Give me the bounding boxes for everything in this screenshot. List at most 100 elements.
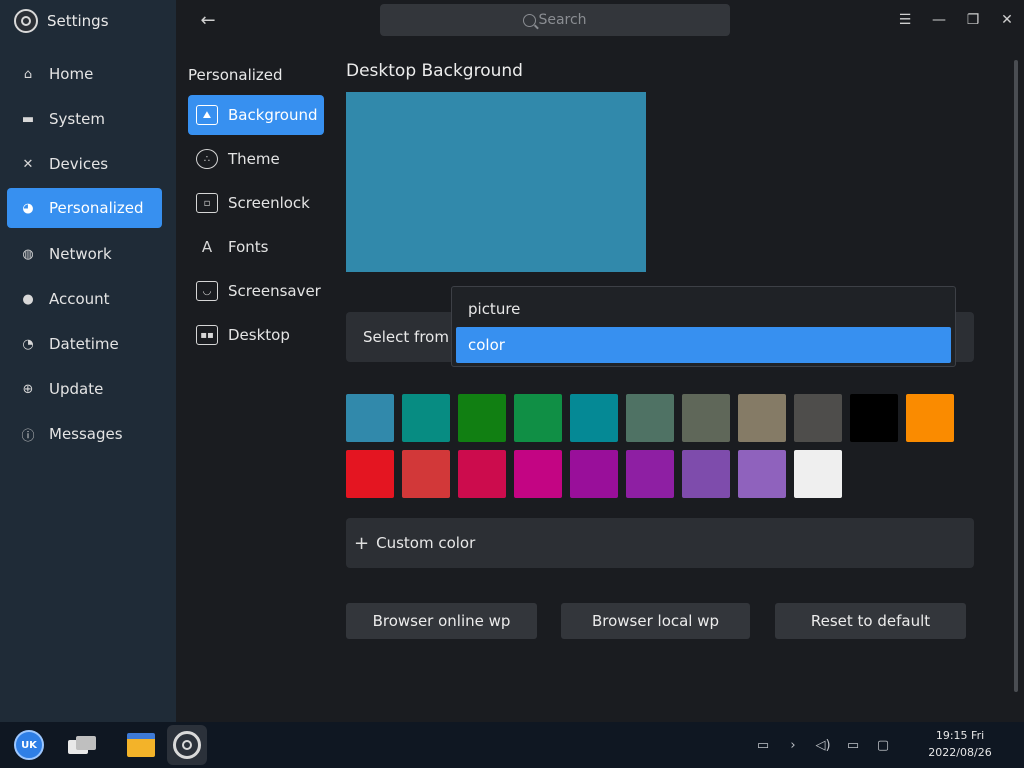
dropdown-option-color[interactable]: color [456, 327, 951, 363]
user-icon: ● [22, 291, 34, 307]
button-label: Browser local wp [591, 612, 720, 630]
dropdown-option-label: picture [468, 300, 521, 318]
sidebar-item-datetime[interactable]: ◔ Datetime [7, 324, 162, 364]
search-icon [523, 13, 537, 27]
sidebar-item-personalized[interactable]: ◕ Personalized [7, 188, 162, 228]
settings-task-button[interactable] [167, 725, 207, 765]
subnav-item-label: Screensaver [228, 282, 321, 300]
sidebar-item-label: Account [49, 290, 110, 308]
file-manager-button[interactable] [121, 725, 161, 765]
multitask-view-button[interactable] [62, 725, 102, 765]
scrollbar[interactable] [1014, 60, 1018, 692]
reset-to-default-button[interactable]: Reset to default [775, 603, 966, 639]
color-swatch[interactable] [346, 450, 394, 498]
plus-icon: + [354, 532, 370, 554]
color-swatch[interactable] [514, 394, 562, 442]
search-placeholder: Search [538, 12, 587, 28]
sidebar-item-messages[interactable]: ⓘ Messages [7, 414, 162, 454]
subnav-item-label: Desktop [228, 326, 290, 344]
clock-date: 2022/08/26 [928, 746, 992, 759]
color-swatch[interactable] [514, 450, 562, 498]
sidebar-item-label: Personalized [49, 199, 144, 217]
minimize-icon[interactable]: — [922, 6, 956, 34]
desktop-icon: ▪▪ [196, 325, 218, 345]
screenlock-icon: ▫ [196, 193, 218, 213]
window-controls: ☰ — ❐ ✕ [888, 6, 1024, 34]
tools-icon: ✕ [22, 156, 34, 172]
color-swatch[interactable] [794, 394, 842, 442]
background-preview [346, 92, 646, 272]
subnav-item-label: Theme [228, 150, 280, 168]
subnav-item-label: Screenlock [228, 194, 310, 212]
palette-icon: ∴ [196, 149, 218, 169]
button-label: Reset to default [810, 612, 931, 630]
system-tray: ▭ › ◁) ▭ ▢ [748, 722, 898, 768]
color-swatch[interactable] [570, 450, 618, 498]
subnav-item-desktop[interactable]: ▪▪ Desktop [188, 315, 324, 355]
section-title: Desktop Background [346, 61, 523, 81]
back-arrow-icon[interactable]: ← [196, 8, 220, 32]
sidebar-item-home[interactable]: ⌂ Home [7, 54, 162, 94]
color-swatch[interactable] [850, 394, 898, 442]
search-input[interactable]: Search [380, 4, 730, 36]
subnav-title: Personalized [188, 66, 283, 84]
color-swatch[interactable] [626, 394, 674, 442]
palette-icon: ◕ [22, 200, 34, 216]
color-swatch[interactable] [458, 450, 506, 498]
subnav-item-theme[interactable]: ∴ Theme [188, 139, 324, 179]
color-swatch[interactable] [402, 450, 450, 498]
update-icon: ⊕ [22, 381, 34, 397]
sidebar-item-network[interactable]: ◍ Network [7, 234, 162, 274]
sidebar-item-system[interactable]: ▬ System [7, 99, 162, 139]
color-swatch[interactable] [738, 394, 786, 442]
sidebar-item-devices[interactable]: ✕ Devices [7, 144, 162, 184]
sidebar-item-label: Network [49, 245, 112, 263]
subnav-item-background[interactable]: ⛰ Background [188, 95, 324, 135]
subnav-item-screensaver[interactable]: ◡ Screensaver [188, 271, 324, 311]
subnav-item-label: Background [228, 106, 318, 124]
close-icon[interactable]: ✕ [990, 6, 1024, 34]
subnav-item-screenlock[interactable]: ▫ Screenlock [188, 183, 324, 223]
left-sidebar: Settings ⌂ Home ▬ System ✕ Devices ◕ Per… [0, 0, 176, 722]
subnav-item-fonts[interactable]: A Fonts [188, 227, 324, 267]
notification-icon[interactable]: ▢ [873, 735, 893, 755]
dropdown-option-picture[interactable]: picture [456, 291, 951, 327]
start-menu-button[interactable]: UK [9, 725, 49, 765]
color-swatch[interactable] [626, 450, 674, 498]
network-icon[interactable]: ▭ [843, 735, 863, 755]
screen-icon[interactable]: ▭ [753, 735, 773, 755]
settings-gear-icon [173, 731, 201, 759]
menu-icon[interactable]: ☰ [888, 6, 922, 34]
color-swatch[interactable] [402, 394, 450, 442]
browser-online-wp-button[interactable]: Browser online wp [346, 603, 537, 639]
select-from-label: Select from [363, 328, 449, 346]
color-swatch[interactable] [794, 450, 842, 498]
custom-color-button[interactable]: + Custom color [346, 518, 974, 568]
subnav-item-label: Fonts [228, 238, 269, 256]
sidebar-item-label: Devices [49, 155, 109, 173]
start-logo-icon: UK [14, 730, 44, 760]
sidebar-item-label: System [49, 110, 105, 128]
clock-icon: ◔ [22, 336, 34, 352]
clock[interactable]: 19:15 Fri 2022/08/26 [920, 727, 1000, 761]
screensaver-icon: ◡ [196, 281, 218, 301]
color-swatch[interactable] [738, 450, 786, 498]
chevron-right-icon[interactable]: › [783, 735, 803, 755]
color-swatch[interactable] [346, 394, 394, 442]
color-swatch[interactable] [906, 394, 954, 442]
volume-icon[interactable]: ◁) [813, 735, 833, 755]
browser-local-wp-button[interactable]: Browser local wp [561, 603, 750, 639]
color-swatch[interactable] [570, 394, 618, 442]
sidebar-item-label: Update [49, 380, 104, 398]
color-swatch[interactable] [458, 394, 506, 442]
sidebar-item-account[interactable]: ● Account [7, 279, 162, 319]
sidebar-item-label: Messages [49, 425, 123, 443]
dropdown-option-label: color [468, 336, 505, 354]
taskbar: UK ▭ › ◁) ▭ ▢ 19:15 Fri 2022/08/26 [0, 722, 1024, 768]
restore-icon[interactable]: ❐ [956, 6, 990, 34]
color-swatch[interactable] [682, 394, 730, 442]
color-swatch[interactable] [682, 450, 730, 498]
sidebar-item-update[interactable]: ⊕ Update [7, 369, 162, 409]
app-title: Settings [47, 12, 109, 30]
button-label: Browser online wp [372, 612, 511, 630]
